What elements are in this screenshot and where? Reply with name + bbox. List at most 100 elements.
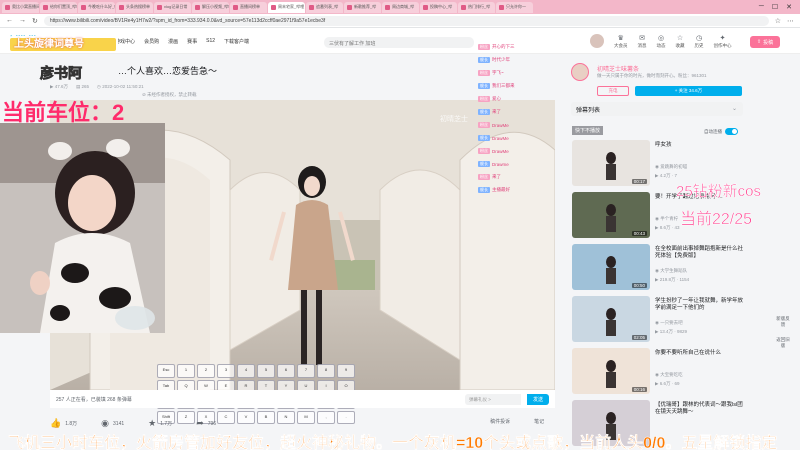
feedback-button[interactable]: 新版反馈 [776,316,790,328]
search-input[interactable]: 三伏有了解工作 加班 [324,37,474,48]
uploader-avatar[interactable] [571,63,589,81]
danmaku-list-toggle[interactable]: 弹幕列表 ⌄ [571,102,743,116]
publish-time: ◷ 2022-10-02 11:50:21 [97,84,144,89]
header-item-label: 创作中心 [713,43,732,48]
recommended-stats: ▶ 4.2万 · 7 [655,173,677,178]
favorite-button[interactable]: ★ 1.7万 [148,418,172,429]
browser-tab[interactable]: 奥比小窝直播间 [2,1,39,13]
nav-item[interactable]: 赛事 [187,38,197,45]
maximize-icon[interactable]: ☐ [772,3,778,11]
header-item[interactable]: ◎ 动态 [657,34,666,49]
header-item[interactable]: ☆ 收藏 [676,34,685,49]
url-input[interactable]: https://www.bilibili.com/video/BV1Re4y1H… [43,15,769,26]
recommended-video[interactable]: 02:05 学生扮秒了一年让我就舞，新学年放学前满足一下他们的 ◉ 一只要去吧 ▶ 1… [572,296,744,342]
recommended-title[interactable]: 你要不要听所自己在说什么 [655,350,743,357]
recommended-video[interactable]: 00:50 在全校面前出事掉舞蹈抱新是什么社死体验【免费版】 ◉ 大学生舞蹈队 ▶ 2… [572,244,744,290]
nav-item[interactable]: 漫画 [168,38,178,45]
user-avatar[interactable] [590,34,604,48]
autoplay-control: 自动连播 [704,128,738,135]
browser-tab[interactable]: 周末宅家_哔哩 [268,1,305,13]
browser-tab[interactable]: 投稿中心_哔 [420,1,457,13]
video-thumbnail[interactable]: 00:50 [572,244,650,290]
live-dm-label: 快下不播放 [572,126,604,135]
recommended-title[interactable]: 学生扮秒了一年让我就舞，新学年放学前满足一下他们的 [655,298,743,312]
tab-favicon-icon [499,4,504,10]
recommended-video[interactable]: 00:16 你要不要听所自己在说什么 ◉ 大宝要吃吃 ▶ 6.6万 · 69 [572,348,744,394]
video-thumbnail[interactable]: 00:17 [572,140,650,186]
video-tool-link[interactable]: 笔记 [534,418,544,429]
live-comment: 粉丝 爱心 [478,96,501,102]
keyboard-key: 3 [217,364,235,378]
keyboard-key: 2 [197,364,215,378]
tab-favicon-icon [385,4,390,10]
header-item[interactable]: ◷ 历史 [695,34,704,49]
bookmark-star-icon[interactable]: ☆ [775,17,781,25]
autoplay-toggle[interactable] [725,128,738,135]
header-item-label: 收藏 [675,43,685,48]
back-icon[interactable]: ← [6,17,13,24]
recommended-title[interactable]: 呼女孩 [655,142,743,149]
browser-tab[interactable]: 新歌推荐_哔 [344,1,381,13]
browser-tab[interactable]: 只允许你一 [496,1,533,13]
live-comment: 粉丝 DrawMe [478,148,509,154]
tab-label: 周边商城_哔 [392,4,415,9]
uploader-name[interactable]: 初晴芝士味薯条 [597,64,639,73]
browser-tab[interactable]: 解压小视频_哔哩 [192,1,229,13]
live-comment: 舰长 主播最好 [478,187,510,193]
fan-badge: 粉丝 [478,96,490,102]
scrolling-ticker: 飞机三小时车位，火箭房管加好友位，超火神秘礼物。一个灰机=10个头或点歌，当前人… [8,435,778,450]
browser-tab[interactable]: 追番列表_哔 [306,1,343,13]
streamer-name: 彦书阿 [40,65,83,82]
header-item[interactable]: ✉ 消息 [638,34,647,49]
live-comment-text: 宇飞~ [492,70,504,75]
like-icon: 👍 [50,418,62,428]
old-version-button[interactable]: 返回旧版 [776,337,790,349]
recommended-uploader[interactable]: ◉ 大学生舞蹈队 [655,268,687,274]
like-button[interactable]: 👍 1.8万 [50,418,77,429]
browser-tab[interactable]: 给你们置顶_哔哩 [40,1,77,13]
browser-tab[interactable]: vlog记录日常 [154,1,191,13]
live-comment: 粉丝 来了 [478,174,501,180]
refresh-icon[interactable]: ↻ [32,17,38,25]
recommended-uploader[interactable]: ◉ 大宝要吃吃 [655,372,683,378]
menu-icon[interactable]: ⋯ [787,17,794,25]
share-button[interactable]: ➦ 796 [196,418,216,429]
tab-favicon-icon [233,4,238,10]
video-duration: 00:16 [631,387,647,392]
recommended-uploader[interactable]: ◉ 一只要去吧 [655,320,683,326]
header-item[interactable]: ♛ 大会员 [614,34,628,49]
browser-tab[interactable]: 今晚吃什么好_哔 [78,1,115,13]
recommended-title[interactable]: 在全校面前出事掉舞蹈抱新是什么社死体验【免费版】 [655,246,743,260]
browser-tab[interactable]: 热门排行_哔 [458,1,495,13]
header-item[interactable]: ✦ 创作中心 [714,34,732,49]
action-count: 796 [207,420,217,427]
header-item-label: 消息 [637,43,647,48]
recommended-uploader[interactable]: ◉ 爱跳舞的初喵 [655,164,687,170]
header-right-menu: ♛ 大会员 ✉ 消息 ◎ 动态 ☆ 收藏 ◷ 历史 ✦ 创作中心 [590,34,732,49]
recommended-uploader[interactable]: ◉ 半个青柠 [655,216,678,222]
browser-tab[interactable]: 周边商城_哔 [382,1,419,13]
nav-item[interactable]: 会员购 [144,38,159,45]
browser-tab[interactable]: 头条热搜榜单 [116,1,153,13]
nav-item[interactable]: 游戏中心 [115,38,135,45]
browser-tab[interactable]: 直播间榜单 [230,1,267,13]
follow-button[interactable]: + 关注 34.6万 [635,86,742,96]
nav-item[interactable]: S12 [206,38,215,45]
recommended-title[interactable]: 【优瑞哥】跟林的代表词～跟我lsl团在镜天天跳舞～ [655,402,743,416]
video-thumbnail[interactable]: 00:43 [572,192,650,238]
nav-item[interactable]: 下载客户端 [224,38,249,45]
browser-tab-bar: 奥比小窝直播间 给你们置顶_哔哩 今晚吃什么好_哔 头条热搜榜单 vlog记录日常 解压小… [0,0,800,14]
video-tool-link[interactable]: 稿件投诉 [490,418,510,429]
send-danmaku-button[interactable]: 发送 [527,393,549,405]
upload-button[interactable]: ⇧ 投稿 [750,36,780,48]
video-thumbnail[interactable]: 00:16 [572,348,650,394]
live-comment: 舰长 Drawme [478,161,509,167]
close-icon[interactable]: ✕ [786,3,792,11]
forward-icon[interactable]: → [19,17,26,24]
coin-button[interactable]: ◉ 3141 [101,418,124,429]
minimize-icon[interactable]: ─ [759,3,764,11]
danmaku-input[interactable]: 弹幕礼仪 > [465,393,521,405]
video-thumbnail[interactable]: 02:05 [572,296,650,342]
charge-button[interactable]: 充电 [597,86,629,96]
live-comment-text: 主播最好 [492,187,510,192]
